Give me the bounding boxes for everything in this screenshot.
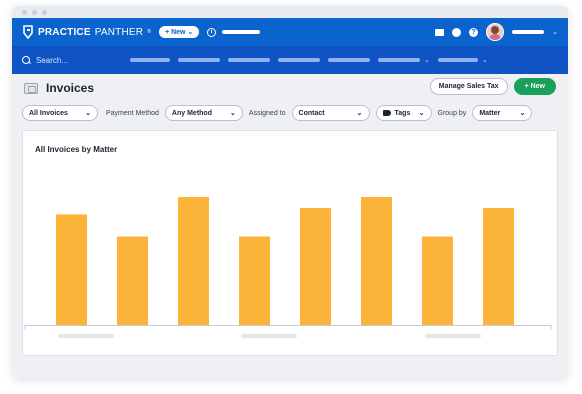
nav-item[interactable] <box>178 58 220 62</box>
panther-logo-icon <box>23 25 33 39</box>
timer-icon[interactable] <box>207 27 217 37</box>
chevron-down-icon: ⌄ <box>187 29 194 36</box>
assigned-to-label: Assigned to <box>248 109 286 117</box>
mail-icon[interactable] <box>435 28 445 36</box>
chart-bar[interactable] <box>483 208 514 325</box>
chevron-down-icon: ⌄ <box>519 110 526 117</box>
window-dot-icon <box>22 9 27 15</box>
top-right-controls: ? ⌄ <box>435 18 558 46</box>
chart-bar[interactable] <box>178 197 209 325</box>
avatar[interactable] <box>486 23 505 41</box>
timer-text-placeholder <box>222 30 261 34</box>
logo-text-light: PANTHER <box>94 26 144 38</box>
chart-bar[interactable] <box>56 214 87 325</box>
nav-item[interactable] <box>437 58 478 62</box>
manage-sales-tax-button[interactable]: Manage Sales Tax <box>429 78 508 95</box>
help-icon[interactable]: ? <box>469 27 479 37</box>
logo-registered-mark: ® <box>147 29 152 35</box>
filter-bar: All Invoices ⌄ Payment Method Any Method… <box>12 102 568 124</box>
chart-card: All Invoices by Matter <box>22 130 558 356</box>
nav-item[interactable] <box>278 58 320 62</box>
new-invoice-button[interactable]: + New <box>513 78 556 95</box>
all-invoices-value: All Invoices <box>29 109 68 117</box>
search-input[interactable]: Search... <box>36 56 68 65</box>
tags-dropdown[interactable]: Tags ⌄ <box>375 105 432 121</box>
tags-value: Tags <box>394 109 411 117</box>
global-new-button[interactable]: + New ⌄ <box>159 26 200 38</box>
chart-bar[interactable] <box>300 208 331 325</box>
x-axis-label-placeholder <box>58 334 114 338</box>
app-window: PRACTICE PANTHER ® + New ⌄ ? ⌄ Search... ⌄ <box>12 6 568 378</box>
tags-content: Tags <box>382 109 411 117</box>
chart-bar[interactable] <box>361 197 392 325</box>
chart-bar[interactable] <box>422 236 453 325</box>
nav-item[interactable] <box>228 58 270 62</box>
nav-item[interactable] <box>378 58 420 62</box>
group-by-dropdown[interactable]: Matter ⌄ <box>472 105 533 121</box>
nav-menu: ⌄ ⌄ <box>130 46 488 74</box>
x-axis-label-placeholder <box>241 334 297 338</box>
chart-bar[interactable] <box>117 236 148 325</box>
chevron-down-icon: ⌄ <box>418 110 425 117</box>
nav-bar: Search... ⌄ ⌄ <box>12 46 568 74</box>
globe-icon[interactable] <box>452 27 462 37</box>
chevron-down-icon[interactable]: ⌄ <box>552 28 558 36</box>
x-axis-label-placeholder <box>425 334 481 338</box>
chart-title: All Invoices by Matter <box>35 145 118 154</box>
chevron-down-icon: ⌄ <box>85 110 91 117</box>
search-icon[interactable] <box>22 55 31 65</box>
window-dot-icon <box>32 9 37 15</box>
all-invoices-dropdown[interactable]: All Invoices ⌄ <box>22 105 98 121</box>
top-bar: PRACTICE PANTHER ® + New ⌄ ? ⌄ <box>12 18 568 46</box>
logo-text-bold: PRACTICE <box>38 26 91 38</box>
user-name-placeholder[interactable] <box>512 30 545 34</box>
window-dot-icon <box>42 9 47 15</box>
app-logo[interactable]: PRACTICE PANTHER ® <box>22 25 151 39</box>
payment-method-label: Payment Method <box>106 109 159 117</box>
bar-chart <box>24 197 552 338</box>
payment-method-value: Any Method <box>171 109 212 117</box>
global-new-label: + New <box>165 28 186 36</box>
page-header: Invoices Manage Sales Tax + New <box>12 74 568 102</box>
payment-method-dropdown[interactable]: Any Method ⌄ <box>164 105 243 121</box>
chevron-down-icon: ⌄ <box>230 110 236 117</box>
nav-item[interactable] <box>130 58 170 62</box>
header-actions: Manage Sales Tax + New <box>429 78 556 95</box>
group-by-value: Matter <box>479 109 501 117</box>
window-chrome <box>12 6 568 18</box>
chart-bar[interactable] <box>239 236 270 325</box>
chevron-down-icon: ⌄ <box>356 110 363 117</box>
page-title: Invoices <box>46 81 95 95</box>
assigned-to-dropdown[interactable]: Contact ⌄ <box>291 105 370 121</box>
nav-item[interactable] <box>328 58 370 62</box>
assigned-to-value: Contact <box>298 109 325 117</box>
chevron-down-icon[interactable]: ⌄ <box>424 56 430 64</box>
tag-icon <box>382 110 391 116</box>
chevron-down-icon[interactable]: ⌄ <box>482 56 488 64</box>
invoice-icon <box>24 82 38 94</box>
group-by-label: Group by <box>437 109 467 117</box>
